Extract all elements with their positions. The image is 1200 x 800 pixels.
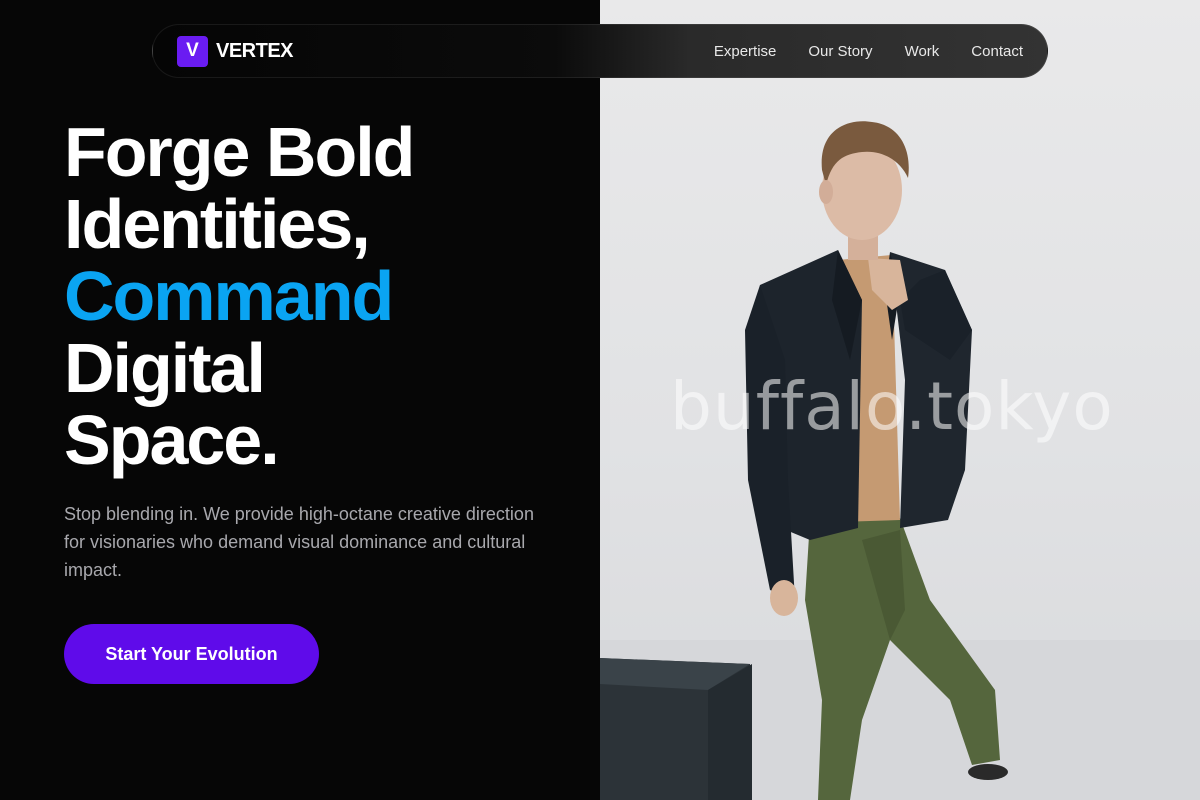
- brand-logo[interactable]: V VERTEX: [177, 35, 294, 67]
- hero-subtitle: Stop blending in. We provide high-octane…: [64, 504, 534, 580]
- hero-title-highlight: Command: [64, 257, 394, 335]
- hero-title-line: Forge Bold: [64, 113, 415, 191]
- brand-name: VERTEX: [216, 39, 294, 62]
- top-navbar: V VERTEX Expertise Our Story Work Contac…: [152, 24, 1048, 78]
- hero-title: Forge Bold Identities, Command Digital S…: [64, 113, 415, 479]
- nav-link-expertise[interactable]: Expertise: [714, 43, 777, 60]
- start-evolution-button[interactable]: Start Your Evolution: [64, 624, 319, 684]
- hero-title-line: Space.: [64, 401, 280, 479]
- hero-title-line: Identities,: [64, 185, 371, 263]
- nav-link-contact[interactable]: Contact: [971, 43, 1023, 60]
- hero-title-line: Digital: [64, 329, 266, 407]
- nav-link-work[interactable]: Work: [905, 43, 940, 60]
- hero-photo: buffalo.tokyo: [600, 0, 1200, 800]
- logo-mark-icon: V: [177, 35, 208, 67]
- nav-links: Expertise Our Story Work Contact: [682, 43, 1023, 60]
- nav-link-our-story[interactable]: Our Story: [808, 43, 872, 60]
- watermark-text: buffalo.tokyo: [670, 368, 1114, 445]
